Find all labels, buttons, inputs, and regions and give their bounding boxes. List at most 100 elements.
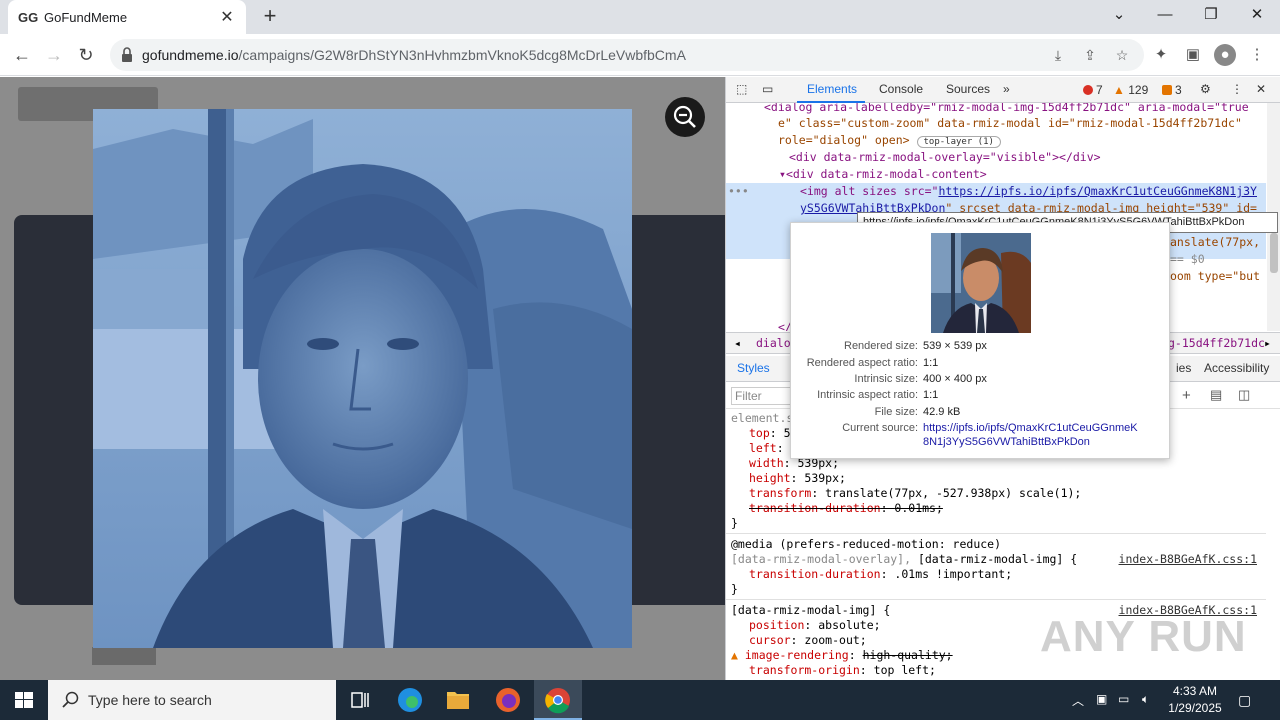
top-layer-badge[interactable]: top-layer (1) [916,136,1001,148]
style-prop[interactable]: height: 539px; [749,471,846,486]
browser-toolbar: ← → ↻ gofundmeme.io/campaigns/G2W8rDhStY… [0,34,1280,76]
breadcrumb-item[interactable]: g-15d4ff2b71dc [1168,336,1265,350]
zoomed-campaign-image[interactable] [93,109,632,648]
anyrun-watermark: ANY RUN [1040,612,1247,661]
tab-close-icon[interactable]: ✕ [218,7,236,27]
settings-gear-icon[interactable]: ⚙ [1200,82,1211,96]
warning-count-badge[interactable]: ▲ 129 [1113,83,1148,97]
error-icon [1083,85,1093,95]
notifications-icon[interactable]: ▢ [1238,692,1251,709]
tab-accessibility[interactable]: Accessibility [1204,361,1269,375]
taskbar-search[interactable]: Type here to search [48,680,336,720]
paint-brush-icon[interactable]: ▤ [1210,387,1222,403]
error-count-badge[interactable]: 7 [1083,83,1103,97]
file-explorer-app[interactable] [434,680,482,720]
dom-line[interactable]: role="dialog" open> top-layer (1) [778,132,1001,149]
dom-line-overlay[interactable]: <div data-rmiz-modal-overlay="visible"><… [789,149,1101,166]
image-thumbnail [931,233,1031,333]
close-window-button[interactable]: ✕ [1234,0,1280,30]
tab-console[interactable]: Console [879,82,923,96]
install-icon[interactable]: ⤓ [1048,45,1068,65]
search-placeholder: Type here to search [88,692,212,708]
popup-row: Rendered aspect ratio: 1:1 [806,357,939,369]
style-prop[interactable]: transform-origin: top left; [749,663,936,678]
media-rule: @media (prefers-reduced-motion: reduce) [731,537,1002,551]
volume-icon[interactable]: 🔈︎ [1142,692,1149,707]
edge-app[interactable] [386,680,434,720]
show-hidden-icons[interactable]: ︿ [1072,692,1084,709]
styles-filter-input[interactable]: Filter [731,387,791,405]
restore-button[interactable]: ❐ [1188,0,1234,30]
search-icon [62,691,79,708]
start-button[interactable] [0,680,48,720]
extensions-icon[interactable]: ✦ [1150,44,1172,66]
dom-line-img[interactable]: <img alt sizes src="https://ipfs.io/ipfs… [800,183,1257,200]
windows-logo-icon [15,692,33,708]
page-content [0,77,725,680]
current-source-link[interactable]: https://ipfs.io/ipfs/QmaxKrC1utCeuGGnmeK [923,422,1138,434]
taskbar-clock[interactable]: 4:33 AM 1/29/2025 [1165,683,1225,717]
media-selector: [data-rmiz-modal-overlay], [data-rmiz-mo… [731,552,1257,567]
profile-avatar[interactable]: ● [1214,44,1236,66]
style-prop-overridden[interactable]: transition-duration: 0.01ms; [749,501,943,516]
dom-line-fragment: oom type="but [1170,269,1261,283]
forward-button[interactable]: → [42,43,66,67]
tab-styles[interactable]: Styles [737,361,770,375]
address-bar[interactable]: gofundmeme.io/campaigns/G2W8rDhStYN3nHvh… [110,39,1144,71]
browser-tab[interactable]: GG GoFundMeme ✕ [8,0,246,34]
style-prop[interactable]: transition-duration: .01ms !important; [749,567,1012,582]
style-prop[interactable]: transform: translate(77px, -527.938px) s… [749,486,1081,501]
firefox-app[interactable] [484,680,532,720]
back-button[interactable]: ← [10,43,34,67]
network-icon[interactable]: ▭ [1118,692,1129,706]
new-tab-button[interactable]: + [258,4,282,28]
url-text: gofundmeme.io/campaigns/G2W8rDhStYN3nHvh… [142,47,686,63]
device-icon[interactable]: ▣ [1096,692,1107,706]
style-prop[interactable]: cursor: zoom-out; [749,633,867,648]
popup-row: Rendered size: 539 × 539 px [844,340,987,352]
share-icon[interactable]: ⇪ [1080,45,1100,65]
zoom-out-button[interactable] [665,97,705,137]
current-source-link[interactable]: 8N1j3YyS5G6VWTahiBttBxPkDon [923,436,1090,448]
devtools-menu-icon[interactable]: ⋮ [1231,82,1243,96]
menu-kebab-icon[interactable]: ⋮ [1246,44,1268,66]
tab-sources[interactable]: Sources [946,82,990,96]
taskbar: Type here to search ︿ ▣ ▭ 🔈︎ 4:33 AM 1/2… [0,680,1280,720]
dom-line-content[interactable]: ▾<div data-rmiz-modal-content> [779,166,987,183]
toggle-sidebar-icon[interactable]: ◫ [1238,387,1250,403]
style-prop[interactable]: position: absolute; [749,618,881,633]
dom-line-fragment: == $0 [1170,252,1205,266]
node-options-icon[interactable]: ••• [728,183,749,200]
breadcrumb-left-icon[interactable]: ◂ [734,336,741,350]
reload-button[interactable]: ↻ [74,43,98,67]
inspect-element-icon[interactable]: ⬚ [736,82,747,96]
bookmark-star-icon[interactable]: ☆ [1112,45,1132,65]
task-view-button[interactable] [336,680,384,720]
chrome-app[interactable] [534,680,582,720]
close-devtools-icon[interactable]: ✕ [1256,82,1266,96]
device-toolbar-icon[interactable]: ▭ [762,82,773,96]
more-tabs-icon[interactable]: » [1003,82,1010,96]
stylesheet-link[interactable]: index-B8BGeAfK.css:1 [1119,552,1257,567]
issues-count-badge[interactable]: 3 [1162,83,1182,97]
popup-row: Intrinsic aspect ratio: 1:1 [817,389,939,401]
breadcrumb-right-icon[interactable]: ▸ [1264,336,1271,350]
page-background-label [92,647,156,665]
tab-elements[interactable]: Elements [807,82,857,96]
style-prop[interactable]: left: [749,441,784,456]
firefox-icon [496,688,520,712]
dom-line[interactable]: e" class="custom-zoom" data-rmiz-modal i… [778,115,1242,132]
title-bar: GG GoFundMeme ✕ + ⌄ — ❐ ✕ [0,0,1280,34]
popup-row: File size: 42.9 kB [874,406,961,418]
side-panel-icon[interactable]: ▣ [1182,44,1204,66]
tab-search-chevron-icon[interactable]: ⌄ [1096,0,1142,30]
rule-close-brace: } [731,516,738,530]
style-prop-warning[interactable]: ▲ image-rendering: high-quality; [731,648,953,663]
issues-icon [1162,85,1172,95]
minimize-button[interactable]: — [1142,0,1188,30]
new-style-rule-icon[interactable]: + [1182,387,1191,404]
lock-icon [122,47,132,62]
tab-properties[interactable]: ies [1176,361,1191,375]
style-prop[interactable]: top: 5 [749,426,791,441]
zoom-out-icon [673,105,696,128]
